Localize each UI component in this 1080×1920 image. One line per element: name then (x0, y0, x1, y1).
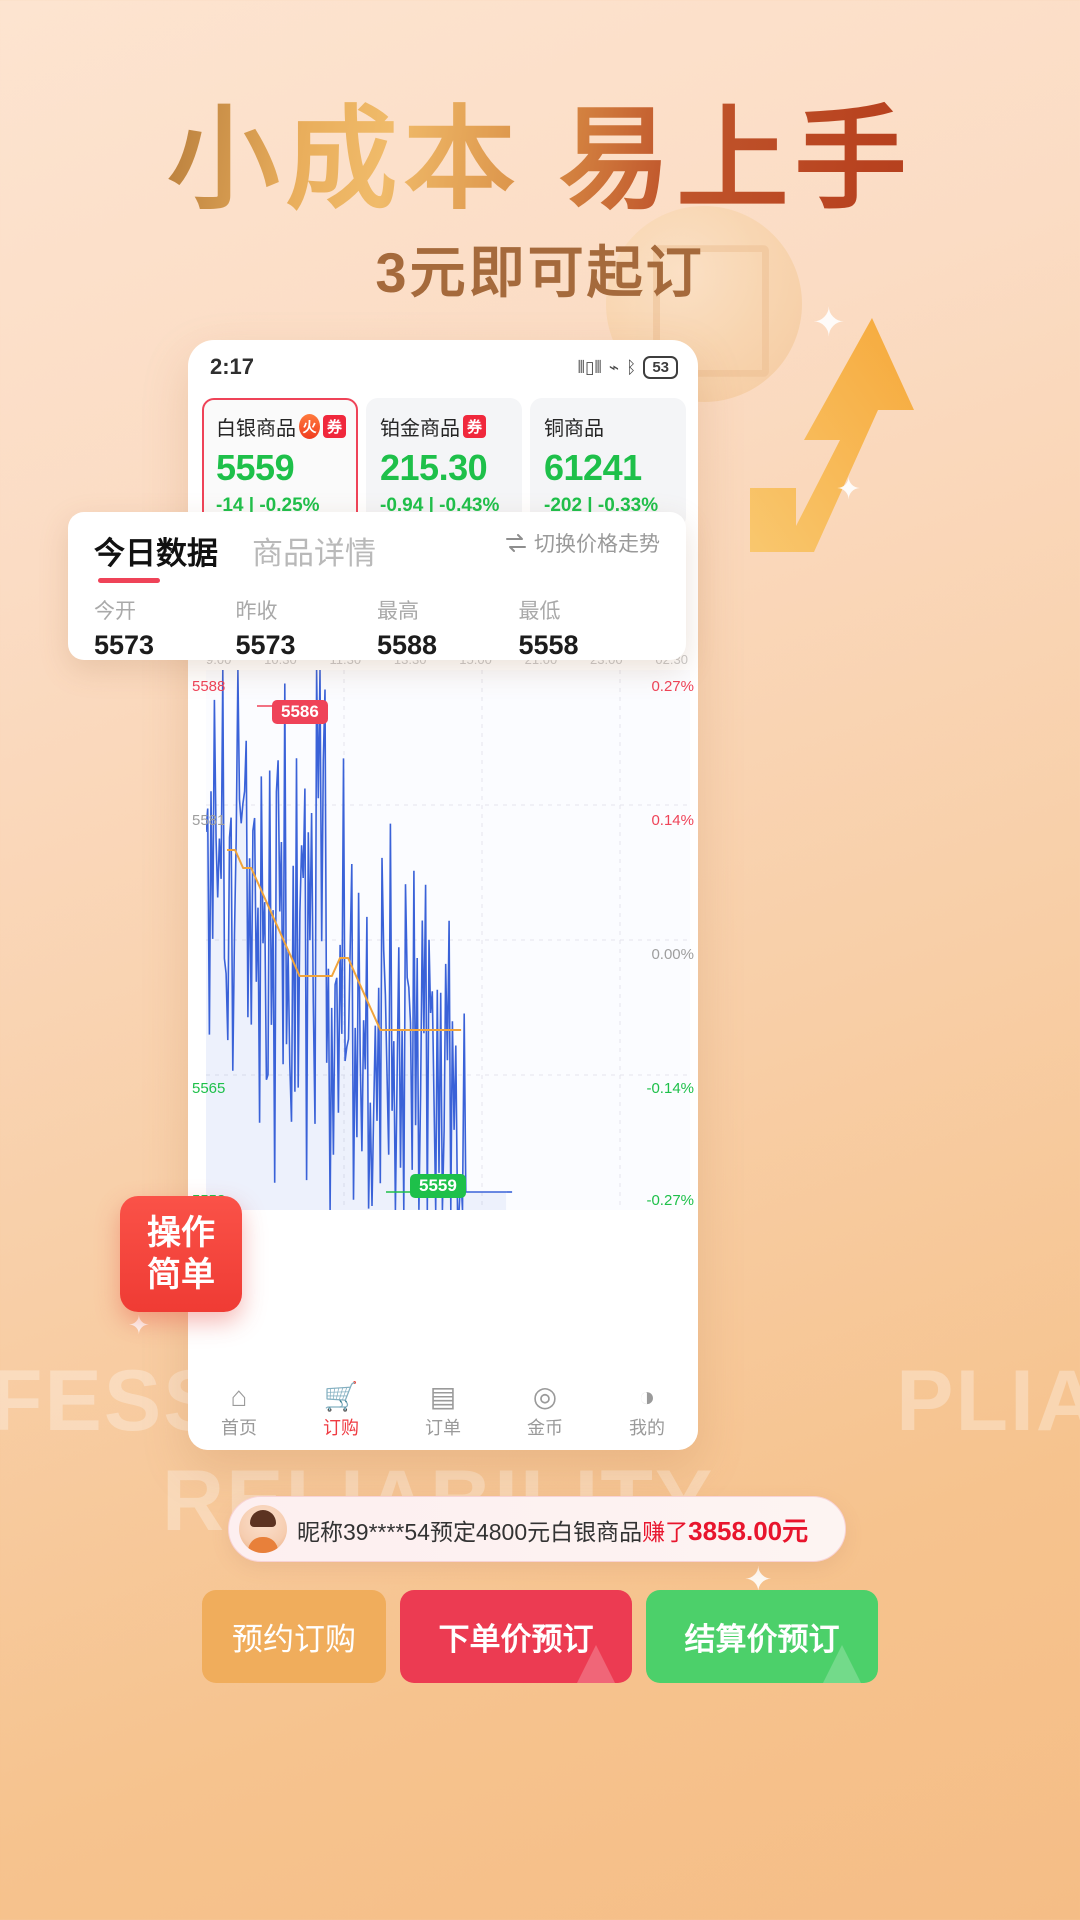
chart-pct-label-2: 0.14% (651, 812, 694, 829)
tab-label: 订单 (425, 1418, 461, 1438)
tab-label: 首页 (221, 1418, 257, 1438)
tab-profile[interactable]: ◑ 我的 (596, 1382, 698, 1440)
chart-pct-label-3: 0.00% (651, 946, 694, 963)
fire-icon: 火 (299, 414, 320, 439)
chart-pct-label-4: -0.14% (646, 1080, 694, 1097)
bottom-tab-bar: ⌂ 首页 🛒 订购 ▤ 订单 ◎ 金币 ◑ 我的 (188, 1368, 698, 1450)
coupon-badge: 券 (323, 415, 346, 438)
cart-icon: 🛒 (290, 1382, 392, 1411)
stat-label: 最低 (519, 595, 661, 625)
vibrate-icon: ⦀▯⦀ (578, 359, 602, 376)
stat-label: 昨收 (236, 595, 378, 625)
chart-y-label-4: 5565 (192, 1080, 225, 1097)
promo-tag-line2: 简单 (147, 1256, 215, 1294)
avatar (239, 1505, 287, 1553)
product-card-title: 铜商品 (544, 412, 674, 441)
stat-prev-close: 昨收 5573 (236, 595, 378, 661)
message-amount: 3858.00元 (688, 1516, 808, 1546)
reserve-order-button[interactable]: 预约订购 (202, 1590, 386, 1683)
stat-label: 最高 (377, 595, 519, 625)
switch-price-trend-button[interactable]: 切换价格走势 (505, 528, 660, 558)
settlement-price-booking-button[interactable]: 结算价预订 (646, 1590, 878, 1683)
tab-today-data[interactable]: 今日数据 (94, 528, 218, 583)
product-price: 215.30 (380, 447, 510, 489)
product-card-title: 白银商品 火 券 (216, 412, 346, 441)
data-panel-tabs: 今日数据 商品详情 切换价格走势 (94, 528, 660, 583)
earnings-message-text: 昵称39****54预定4800元白银商品赚了3858.00元 (297, 1511, 808, 1548)
tab-orders[interactable]: ▤ 订单 (392, 1382, 494, 1440)
profile-icon: ◑ (596, 1382, 698, 1411)
chart-plot-area (206, 670, 690, 1210)
product-card-list: 白银商品 火 券 5559 -14 | -0.25% 铂金商品 券 215.30… (188, 394, 698, 529)
earnings-message-banner: 昵称39****54预定4800元白银商品赚了3858.00元 (228, 1496, 846, 1562)
stat-value: 5573 (94, 630, 236, 661)
swap-icon (505, 534, 527, 552)
product-name: 白银商品 (216, 412, 296, 441)
order-price-booking-button[interactable]: 下单价预订 (400, 1590, 632, 1683)
chart-y-label-2: 5581 (192, 812, 225, 829)
sparkle-icon: ✦ (128, 1310, 150, 1341)
stat-open: 今开 5573 (94, 595, 236, 661)
order-icon: ▤ (392, 1382, 494, 1411)
tab-home[interactable]: ⌂ 首页 (188, 1382, 290, 1440)
home-icon: ⌂ (188, 1382, 290, 1411)
product-name: 铜商品 (544, 412, 604, 441)
hero-headline: 小成本 易上手 (0, 98, 1080, 221)
stat-high: 最高 5588 (377, 595, 519, 661)
today-stats-row: 今开 5573 昨收 5573 最高 5588 最低 5558 (94, 595, 660, 661)
tab-label: 我的 (629, 1418, 665, 1438)
product-price: 61241 (544, 447, 674, 489)
coupon-badge: 券 (463, 415, 486, 438)
chart-svg (206, 670, 690, 1210)
phone-mockup: 2:17 ⦀▯⦀ ⌁ ᛒ 53 白银商品 火 券 5559 -14 | -0.2… (188, 340, 698, 1450)
stat-value: 5573 (236, 630, 378, 661)
tab-product-detail[interactable]: 商品详情 (252, 528, 376, 583)
product-card-copper[interactable]: 铜商品 61241 -202 | -0.33% (530, 398, 686, 529)
tab-label: 订购 (323, 1418, 359, 1438)
sparkle-icon: ✦ (836, 472, 861, 507)
coin-icon: ◎ (494, 1382, 596, 1411)
chart-pct-label-min: -0.27% (646, 1192, 694, 1209)
tab-coins[interactable]: ◎ 金币 (494, 1382, 596, 1440)
stat-label: 今开 (94, 595, 236, 625)
status-time: 2:17 (210, 354, 254, 380)
stat-value: 5588 (377, 630, 519, 661)
product-card-silver[interactable]: 白银商品 火 券 5559 -14 | -0.25% (202, 398, 358, 529)
status-icon-group: ⦀▯⦀ ⌁ ᛒ 53 (578, 356, 678, 379)
tab-label: 金币 (527, 1418, 563, 1438)
today-data-panel: 今日数据 商品详情 切换价格走势 今开 5573 昨收 5573 最高 5588… (68, 512, 686, 660)
hero-subheadline: 3元即可起订 (0, 228, 1080, 309)
chart-high-badge: 5586 (272, 700, 328, 724)
bluetooth-icon: ᛒ (626, 359, 636, 376)
switch-price-trend-label: 切换价格走势 (534, 528, 660, 558)
product-card-platinum[interactable]: 铂金商品 券 215.30 -0.94 | -0.43% (366, 398, 522, 529)
stat-low: 最低 5558 (519, 595, 661, 661)
tab-order-purchase[interactable]: 🛒 订购 (290, 1382, 392, 1440)
chart-pct-label-max: 0.27% (651, 678, 694, 695)
battery-level: 53 (643, 356, 678, 379)
promo-tag-simple-operation: 操作 简单 (120, 1196, 242, 1312)
product-name: 铂金商品 (380, 412, 460, 441)
promo-tag-line1: 操作 (147, 1214, 215, 1252)
stat-value: 5558 (519, 630, 661, 661)
product-card-title: 铂金商品 券 (380, 412, 510, 441)
background-watermark-right: PLIA (896, 1352, 1080, 1451)
product-price: 5559 (216, 447, 346, 489)
message-earn-label: 赚了 (642, 1519, 688, 1545)
chart-y-label-max: 5588 (192, 678, 225, 695)
action-button-row: 预约订购 下单价预订 结算价预订 (202, 1590, 878, 1683)
wifi-icon: ⌁ (609, 359, 619, 376)
status-bar: 2:17 ⦀▯⦀ ⌁ ᛒ 53 (188, 340, 698, 394)
price-chart: 9:00 10:30 11:30 13:30 15:00 21:00 23:00… (188, 652, 698, 1218)
message-prefix: 昵称39****54预定4800元白银商品 (297, 1519, 642, 1545)
chart-low-badge: 5559 (410, 1174, 466, 1198)
